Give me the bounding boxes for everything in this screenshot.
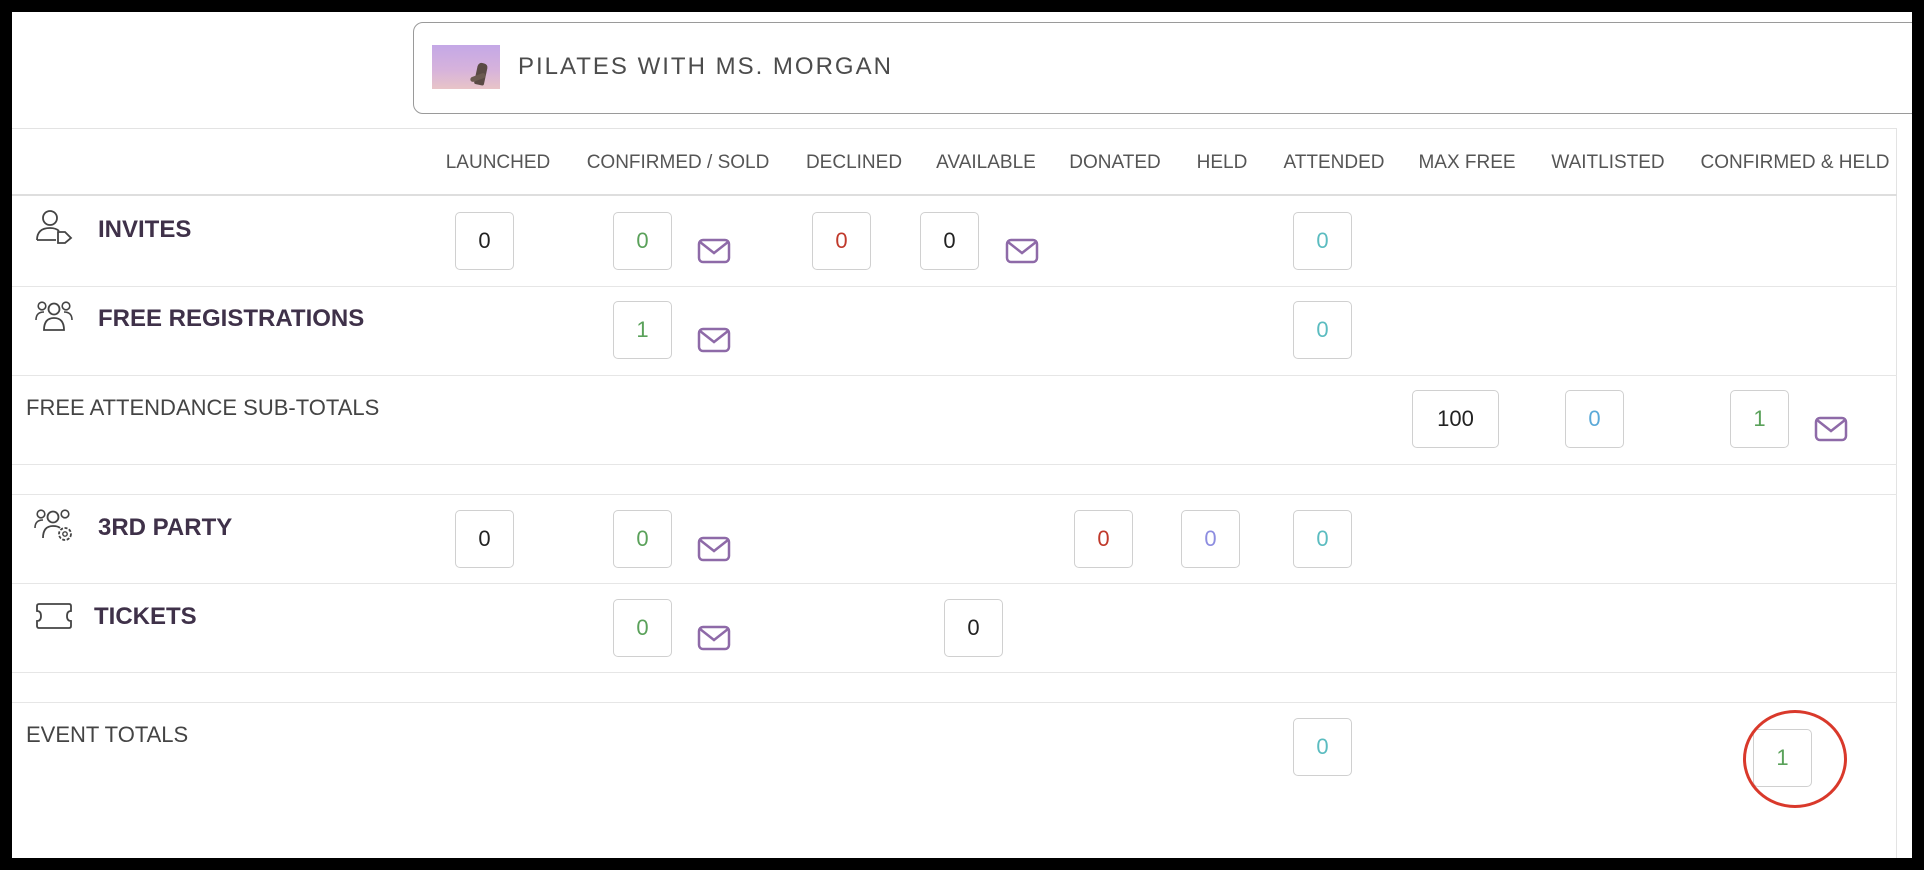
col-launched: LAUNCHED — [445, 152, 551, 173]
dashboard-frame: PILATES WITH MS. MORGAN LAUNCHED CONFIRM… — [12, 12, 1912, 858]
col-available: AVAILABLE — [936, 152, 1036, 173]
event-thumbnail — [432, 45, 500, 89]
tickets-confirmed[interactable]: 0 — [613, 599, 672, 657]
group-icon — [35, 301, 73, 331]
free-registrations-confirmed[interactable]: 1 — [613, 301, 672, 359]
invites-attended[interactable]: 0 — [1293, 212, 1352, 270]
col-confirmed-held: CONFIRMED & HELD — [1700, 152, 1890, 173]
row-divider — [12, 375, 1897, 376]
third-party-confirmed[interactable]: 0 — [613, 510, 672, 568]
header-divider — [12, 194, 1897, 196]
invites-launched[interactable]: 0 — [455, 212, 514, 270]
row-label-third-party: 3RD PARTY — [98, 514, 233, 541]
col-confirmed-sold: CONFIRMED / SOLD — [586, 152, 770, 173]
third-party-held[interactable]: 0 — [1181, 510, 1240, 568]
row-divider — [12, 702, 1897, 703]
event-header[interactable]: PILATES WITH MS. MORGAN — [413, 22, 1912, 114]
row-divider — [12, 286, 1897, 287]
col-max-free: MAX FREE — [1418, 152, 1516, 173]
row-divider — [12, 494, 1897, 495]
invites-available[interactable]: 0 — [920, 212, 979, 270]
tickets-available[interactable]: 0 — [944, 599, 1003, 657]
row-divider — [12, 583, 1897, 584]
row-label-event-totals: EVENT TOTALS — [26, 722, 189, 747]
mail-icon[interactable] — [1005, 238, 1039, 264]
third-party-attended[interactable]: 0 — [1293, 510, 1352, 568]
free-registrations-attended[interactable]: 0 — [1293, 301, 1352, 359]
mail-icon[interactable] — [1814, 416, 1848, 442]
row-label-invites: INVITES — [98, 216, 192, 243]
invites-confirmed[interactable]: 0 — [613, 212, 672, 270]
invites-declined[interactable]: 0 — [812, 212, 871, 270]
row-label-tickets: TICKETS — [94, 603, 197, 630]
row-label-free-registrations: FREE REGISTRATIONS — [98, 305, 365, 332]
third-party-launched[interactable]: 0 — [455, 510, 514, 568]
event-totals-confirmed-held[interactable]: 1 — [1753, 729, 1812, 787]
group-settings-icon — [34, 509, 72, 541]
user-tag-icon — [36, 210, 73, 244]
subtotals-confirmed-held[interactable]: 1 — [1730, 390, 1789, 448]
ticket-icon — [36, 603, 72, 629]
col-waitlisted: WAITLISTED — [1551, 152, 1665, 173]
subtotals-max-free[interactable]: 100 — [1412, 390, 1499, 448]
third-party-donated[interactable]: 0 — [1074, 510, 1133, 568]
subtotals-waitlisted[interactable]: 0 — [1565, 390, 1624, 448]
row-divider — [12, 672, 1897, 673]
row-divider — [12, 464, 1897, 465]
col-attended: ATTENDED — [1283, 152, 1385, 173]
mail-icon[interactable] — [697, 238, 731, 264]
col-held: HELD — [1196, 152, 1248, 173]
col-declined: DECLINED — [805, 152, 903, 173]
event-title: PILATES WITH MS. MORGAN — [518, 53, 893, 80]
mail-icon[interactable] — [697, 625, 731, 651]
mail-icon[interactable] — [697, 536, 731, 562]
event-totals-attended[interactable]: 0 — [1293, 718, 1352, 776]
mail-icon[interactable] — [697, 327, 731, 353]
col-donated: DONATED — [1069, 152, 1161, 173]
row-label-free-subtotals: FREE ATTENDANCE SUB-TOTALS — [26, 395, 380, 420]
